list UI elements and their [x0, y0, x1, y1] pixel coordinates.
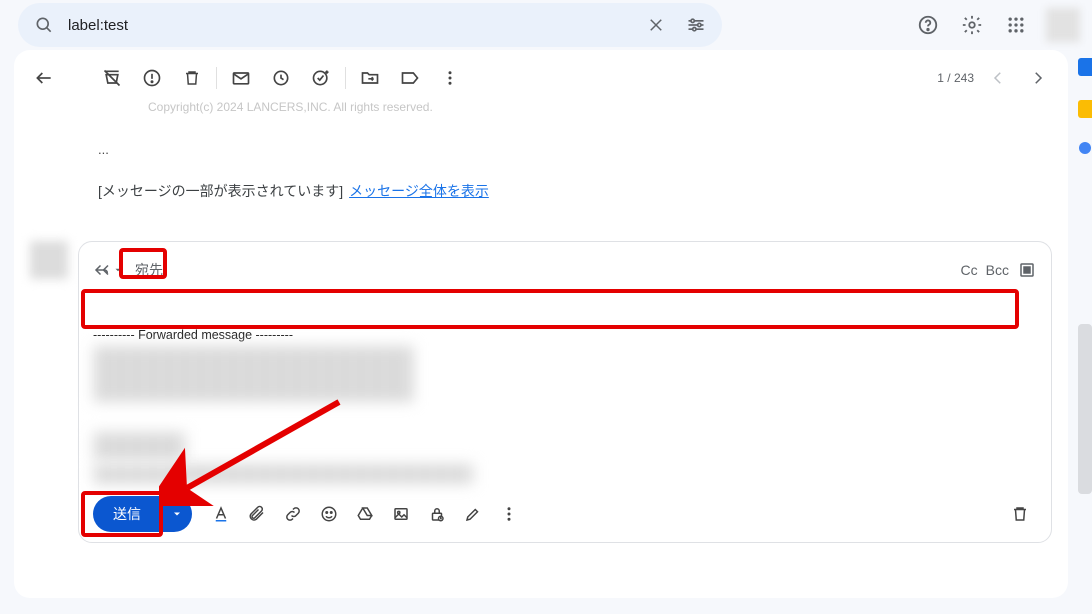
drive-icon[interactable]	[348, 497, 382, 531]
signature-icon[interactable]	[456, 497, 490, 531]
compose-more-icon[interactable]	[492, 497, 526, 531]
emoji-icon[interactable]	[312, 497, 346, 531]
redacted-content	[93, 464, 473, 484]
redacted-content	[93, 432, 185, 460]
truncated-label: [メッセージの一部が表示されています]	[98, 181, 343, 201]
archive-button[interactable]	[92, 58, 132, 98]
reply-type-button[interactable]	[93, 261, 123, 279]
toolbar-separator	[345, 67, 346, 89]
link-icon[interactable]	[276, 497, 310, 531]
forward-header: ---------- Forwarded message ---------	[93, 328, 1037, 342]
message-preview: Copyright(c) 2024 LANCERS,INC. All right…	[14, 100, 1068, 201]
copyright-text: Copyright(c) 2024 LANCERS,INC. All right…	[84, 100, 1040, 114]
search-icon[interactable]	[24, 5, 64, 45]
bcc-button[interactable]: Bcc	[986, 262, 1009, 278]
search-input[interactable]	[64, 17, 636, 34]
popout-icon[interactable]	[1017, 260, 1037, 280]
search-options-icon[interactable]	[676, 5, 716, 45]
recipient-row: 宛先 Cc Bcc	[93, 254, 1037, 286]
search-box[interactable]	[18, 3, 722, 47]
send-button[interactable]: 送信	[93, 496, 161, 532]
back-button[interactable]	[24, 58, 64, 98]
image-icon[interactable]	[384, 497, 418, 531]
top-right	[908, 5, 1080, 45]
side-app-3[interactable]	[1079, 142, 1091, 154]
toolbar-separator	[216, 67, 217, 89]
redacted-content	[93, 346, 413, 402]
compose-area: 宛先 Cc Bcc ---------- Forwarded message -…	[30, 241, 1052, 543]
scrollbar[interactable]	[1078, 324, 1092, 494]
clear-search-icon[interactable]	[636, 5, 676, 45]
settings-gear-icon[interactable]	[952, 5, 992, 45]
mail-toolbar: 1 / 243	[14, 56, 1068, 100]
cc-button[interactable]: Cc	[961, 262, 978, 278]
help-icon[interactable]	[908, 5, 948, 45]
snooze-button[interactable]	[261, 58, 301, 98]
ellipsis-collapse[interactable]: ...	[84, 142, 1040, 157]
compose-body-input[interactable]	[93, 294, 1037, 322]
format-text-icon[interactable]	[204, 497, 238, 531]
sender-avatar	[30, 241, 68, 279]
page-counter: 1 / 243	[937, 71, 974, 85]
attach-icon[interactable]	[240, 497, 274, 531]
prev-message-button[interactable]	[978, 58, 1018, 98]
send-options-button[interactable]	[162, 496, 192, 532]
discard-draft-icon[interactable]	[1003, 497, 1037, 531]
more-button[interactable]	[430, 58, 470, 98]
compose-card: 宛先 Cc Bcc ---------- Forwarded message -…	[78, 241, 1052, 543]
next-message-button[interactable]	[1018, 58, 1058, 98]
apps-grid-icon[interactable]	[996, 5, 1036, 45]
side-app-1[interactable]	[1078, 58, 1092, 76]
labels-button[interactable]	[390, 58, 430, 98]
mail-main-panel: 1 / 243 Copyright(c) 2024 LANCERS,INC. A…	[14, 50, 1068, 598]
recipient-label[interactable]: 宛先	[131, 258, 167, 282]
top-bar	[0, 0, 1092, 50]
annotation-arrow	[159, 396, 349, 506]
move-to-button[interactable]	[350, 58, 390, 98]
account-avatar[interactable]	[1046, 8, 1080, 42]
compose-toolbar: 送信	[93, 496, 1037, 532]
show-full-message-link[interactable]: メッセージ全体を表示	[349, 181, 489, 201]
confidential-icon[interactable]	[420, 497, 454, 531]
delete-button[interactable]	[172, 58, 212, 98]
report-spam-button[interactable]	[132, 58, 172, 98]
mark-unread-button[interactable]	[221, 58, 261, 98]
side-app-2[interactable]	[1078, 100, 1092, 118]
add-task-button[interactable]	[301, 58, 341, 98]
side-panel	[1078, 58, 1092, 178]
